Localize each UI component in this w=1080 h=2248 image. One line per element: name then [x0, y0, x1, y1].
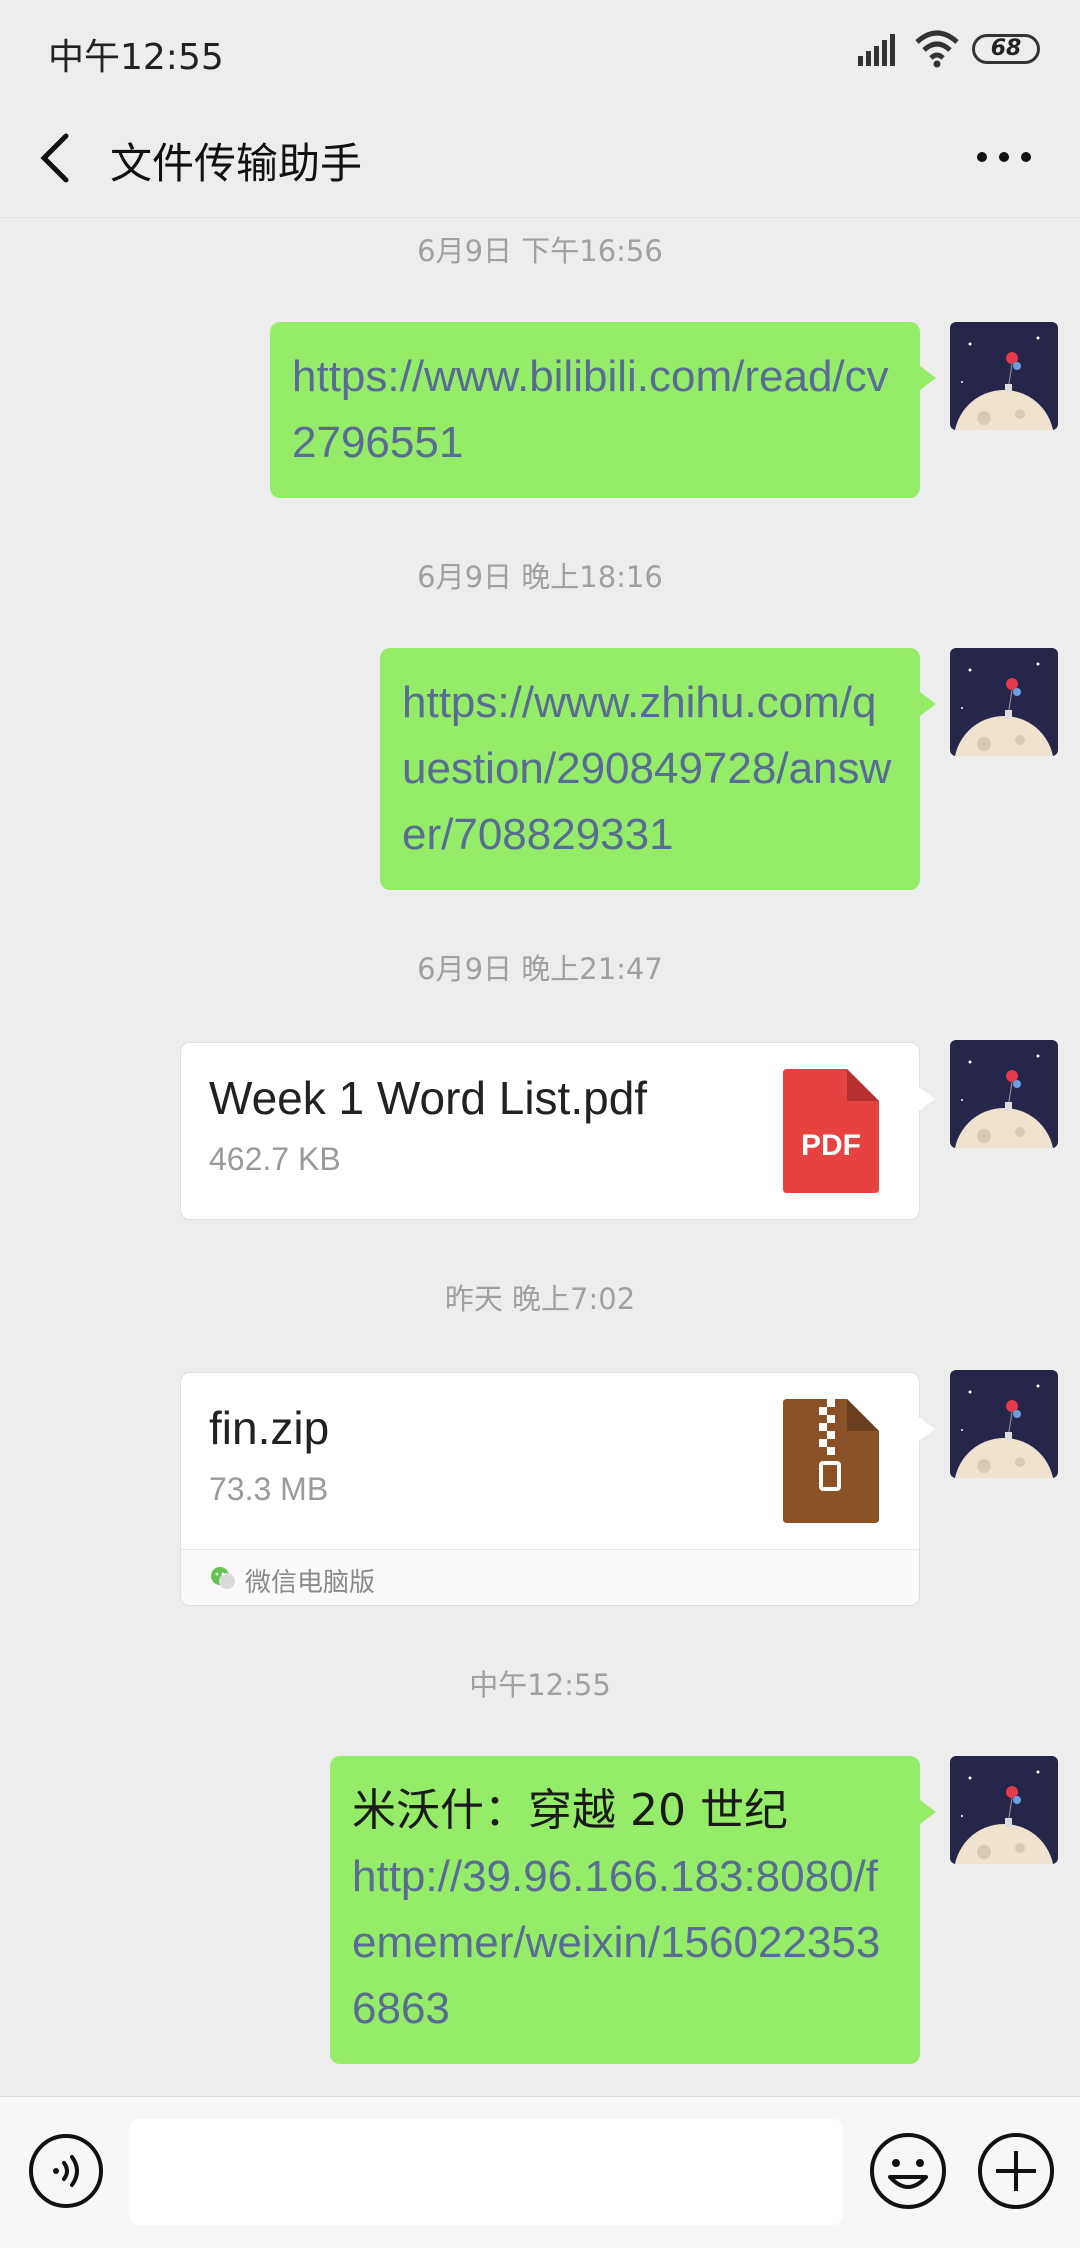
zip-icon — [783, 1399, 879, 1523]
moon-avatar-icon — [950, 322, 1058, 430]
file-source-label: 微信电脑版 — [245, 1568, 376, 1598]
avatar[interactable] — [950, 648, 1058, 756]
pdf-icon: PDF — [783, 1069, 879, 1193]
wechat-icon — [211, 1567, 235, 1589]
message-timestamp: 6月9日 下午16:56 — [417, 234, 663, 268]
message-title: 米沃什：穿越 20 世纪 — [352, 1785, 788, 1836]
status-time: 中午12:55 — [48, 37, 224, 78]
avatar[interactable] — [950, 1370, 1058, 1478]
file-name: Week 1 Word List.pdf — [209, 1072, 648, 1124]
signal-icon — [858, 34, 895, 66]
file-size: 462.7 KB — [209, 1141, 341, 1177]
chat-title: 文件传输助手 — [110, 139, 363, 188]
plus-icon[interactable] — [976, 2131, 1056, 2211]
more-options-icon[interactable] — [976, 150, 1032, 164]
status-bar: 中午12:55 68 — [0, 0, 1080, 100]
wifi-icon — [915, 30, 959, 68]
message-bubble[interactable]: https://www.zhihu.com/question/290849728… — [380, 648, 936, 890]
message-bubble[interactable]: https://www.bilibili.com/read/cv2796551 — [270, 322, 936, 498]
message-link[interactable]: http://39.96.166.183:8080/fememer/weixin… — [352, 1852, 880, 2033]
file-message-card[interactable]: fin.zip 73.3 MB 微信电脑版 — [180, 1372, 935, 1606]
message-input[interactable] — [130, 2119, 842, 2225]
pdf-icon-label: PDF — [801, 1129, 861, 1162]
file-size: 73.3 MB — [209, 1471, 329, 1507]
message-timestamp: 6月9日 晚上21:47 — [417, 952, 663, 986]
message-timestamp: 中午12:55 — [469, 1668, 611, 1702]
moon-avatar-icon — [950, 1756, 1058, 1864]
file-name: fin.zip — [209, 1402, 330, 1454]
file-source-footer: 微信电脑版 — [181, 1549, 919, 1605]
message-timestamp: 昨天 晚上7:02 — [444, 1282, 636, 1316]
avatar[interactable] — [950, 1040, 1058, 1148]
avatar[interactable] — [950, 322, 1058, 430]
input-bar — [0, 2096, 1080, 2248]
message-bubble[interactable]: 米沃什：穿越 20 世纪 http://39.96.166.183:8080/f… — [330, 1756, 936, 2064]
file-message-card[interactable]: Week 1 Word List.pdf 462.7 KB PDF — [180, 1042, 935, 1220]
message-link[interactable]: https://www.bilibili.com/read/cv2796551 — [292, 352, 889, 467]
chat-screen: 中午12:55 68 文件传输助手 6月9日 下午16:56 https://w… — [0, 0, 1080, 2248]
back-arrow-icon[interactable] — [36, 130, 76, 186]
emoji-icon[interactable] — [868, 2131, 948, 2211]
moon-avatar-icon — [950, 1370, 1058, 1478]
avatar[interactable] — [950, 1756, 1058, 1864]
message-timestamp: 6月9日 晚上18:16 — [417, 560, 663, 594]
moon-avatar-icon — [950, 1040, 1058, 1148]
moon-avatar-icon — [950, 648, 1058, 756]
chat-header: 文件传输助手 — [0, 100, 1080, 218]
battery-indicator: 68 — [972, 34, 1040, 64]
voice-input-icon[interactable] — [28, 2133, 104, 2209]
message-link[interactable]: https://www.zhihu.com/question/290849728… — [402, 678, 891, 859]
